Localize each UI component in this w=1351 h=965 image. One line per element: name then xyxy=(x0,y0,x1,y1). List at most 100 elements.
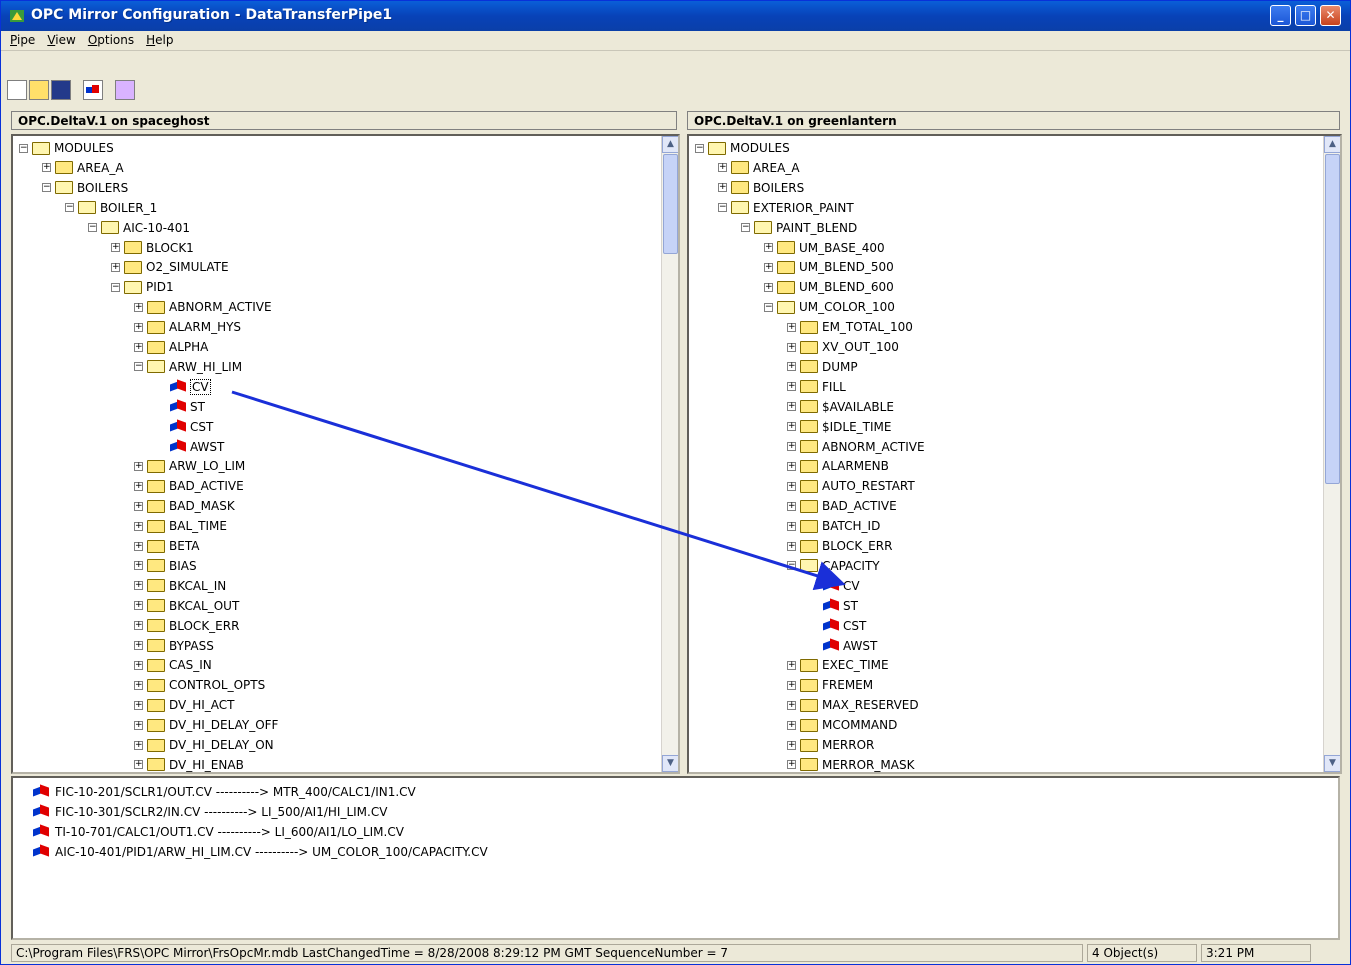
expand-icon[interactable]: + xyxy=(787,740,796,750)
tree-item[interactable]: CST xyxy=(157,417,213,437)
expand-icon[interactable]: + xyxy=(787,660,796,670)
scroll-up-icon[interactable]: ▲ xyxy=(662,136,678,153)
collapse-icon[interactable]: − xyxy=(65,203,74,213)
expand-icon[interactable]: + xyxy=(718,163,727,173)
right-tree-view[interactable]: ▲ ▼ − MODULES + AREA_A + BOILERS − EXTERIOR_PAI… xyxy=(687,134,1342,774)
expand-icon[interactable]: + xyxy=(134,680,143,690)
scroll-thumb[interactable] xyxy=(663,154,678,254)
tree-item[interactable]: + BIAS xyxy=(134,556,197,576)
collapse-icon[interactable]: − xyxy=(764,302,773,312)
tree-item[interactable]: + BLOCK1 xyxy=(111,238,194,258)
expand-icon[interactable]: + xyxy=(134,342,143,352)
expand-icon[interactable]: + xyxy=(134,700,143,710)
tree-item[interactable]: + CONTROL_OPTS xyxy=(134,675,265,695)
expand-icon[interactable]: + xyxy=(134,581,143,591)
tree-item[interactable]: + BLOCK_ERR xyxy=(787,536,892,556)
tree-item[interactable]: + EM_TOTAL_100 xyxy=(787,317,913,337)
expand-icon[interactable]: + xyxy=(787,700,796,710)
collapse-icon[interactable]: − xyxy=(134,362,143,372)
tree-item[interactable]: + ABNORM_ACTIVE xyxy=(134,297,272,317)
tree-item[interactable]: + ALARMENB xyxy=(787,456,889,476)
expand-icon[interactable]: + xyxy=(787,521,796,531)
expand-icon[interactable]: + xyxy=(787,342,796,352)
collapse-icon[interactable]: − xyxy=(787,561,796,571)
tree-item[interactable]: − MODULES xyxy=(19,138,114,158)
expand-icon[interactable]: + xyxy=(134,302,143,312)
tree-item[interactable]: + MERROR xyxy=(787,735,874,755)
expand-icon[interactable]: + xyxy=(787,382,796,392)
scroll-thumb[interactable] xyxy=(1325,154,1340,484)
tree-item[interactable]: − PAINT_BLEND xyxy=(741,218,857,238)
expand-icon[interactable]: + xyxy=(134,561,143,571)
expand-icon[interactable]: + xyxy=(134,461,143,471)
tree-item[interactable]: − ARW_HI_LIM xyxy=(134,357,242,377)
menu-pipe[interactable]: Pipe xyxy=(7,31,38,49)
tree-item[interactable]: + EXEC_TIME xyxy=(787,655,889,675)
tree-item[interactable]: + MAX_RESERVED xyxy=(787,695,919,715)
left-scrollbar[interactable]: ▲ ▼ xyxy=(661,136,678,772)
expand-icon[interactable]: + xyxy=(764,262,773,272)
expand-icon[interactable]: + xyxy=(787,501,796,511)
menu-help[interactable]: Help xyxy=(143,31,176,49)
scroll-up-icon[interactable]: ▲ xyxy=(1324,136,1340,153)
list-item[interactable]: AIC-10-401/PID1/ARW_HI_LIM.CV ----------… xyxy=(33,842,488,862)
expand-icon[interactable]: + xyxy=(787,481,796,491)
expand-icon[interactable]: + xyxy=(787,760,796,770)
tree-item[interactable]: + BAD_ACTIVE xyxy=(787,496,897,516)
expand-icon[interactable]: + xyxy=(134,501,143,511)
new-icon[interactable] xyxy=(7,80,27,100)
tree-item[interactable]: + DUMP xyxy=(787,357,858,377)
mapping-list[interactable]: FIC-10-201/SCLR1/OUT.CV ----------> MTR_… xyxy=(11,776,1340,940)
tree-item[interactable]: AWST xyxy=(157,437,224,457)
tree-item[interactable]: + DV_HI_ENAB xyxy=(134,755,244,772)
right-scrollbar[interactable]: ▲ ▼ xyxy=(1323,136,1340,772)
tree-item[interactable]: + BAL_TIME xyxy=(134,516,227,536)
tree-item[interactable]: + MERROR_MASK xyxy=(787,755,914,772)
expand-icon[interactable]: + xyxy=(134,322,143,332)
tree-item[interactable]: + BLOCK_ERR xyxy=(134,616,239,636)
tree-item[interactable]: − CAPACITY xyxy=(787,556,880,576)
collapse-icon[interactable]: − xyxy=(111,282,120,292)
tree-item[interactable]: AWST xyxy=(810,636,877,656)
collapse-icon[interactable]: − xyxy=(718,203,727,213)
tree-item[interactable]: + BKCAL_OUT xyxy=(134,596,239,616)
collapse-icon[interactable]: − xyxy=(42,183,51,193)
collapse-icon[interactable]: − xyxy=(695,143,704,153)
tree-item[interactable]: + AREA_A xyxy=(42,158,124,178)
tree-item[interactable]: ST xyxy=(810,596,858,616)
collapse-icon[interactable]: − xyxy=(88,223,97,233)
tree-item[interactable]: + ABNORM_ACTIVE xyxy=(787,437,925,457)
tree-item[interactable]: − UM_COLOR_100 xyxy=(764,297,895,317)
list-item[interactable]: FIC-10-201/SCLR1/OUT.CV ----------> MTR_… xyxy=(33,782,416,802)
tree-item[interactable]: + BKCAL_IN xyxy=(134,576,226,596)
scroll-down-icon[interactable]: ▼ xyxy=(1324,755,1340,772)
scroll-down-icon[interactable]: ▼ xyxy=(662,755,678,772)
tree-item[interactable]: + XV_OUT_100 xyxy=(787,337,899,357)
tree-item[interactable]: CV xyxy=(810,576,860,596)
tree-item[interactable]: + AUTO_RESTART xyxy=(787,476,915,496)
tree-item[interactable]: + BYPASS xyxy=(134,636,214,656)
expand-icon[interactable]: + xyxy=(764,243,773,252)
tree-item[interactable]: CV xyxy=(157,377,211,397)
collapse-icon[interactable]: − xyxy=(19,143,28,153)
expand-icon[interactable]: + xyxy=(787,680,796,690)
tree-item[interactable]: − BOILER_1 xyxy=(65,198,157,218)
tree-item[interactable]: + BATCH_ID xyxy=(787,516,880,536)
tree-item[interactable]: + FILL xyxy=(787,377,846,397)
expand-icon[interactable]: + xyxy=(787,362,796,372)
menu-options[interactable]: Options xyxy=(85,31,137,49)
tree-item[interactable]: + $AVAILABLE xyxy=(787,397,894,417)
tree-item[interactable]: + ALARM_HYS xyxy=(134,317,241,337)
expand-icon[interactable]: + xyxy=(764,282,773,292)
tree-item[interactable]: + DV_HI_DELAY_OFF xyxy=(134,715,278,735)
expand-icon[interactable]: + xyxy=(134,720,143,730)
expand-icon[interactable]: + xyxy=(42,163,51,173)
close-button[interactable]: ✕ xyxy=(1320,5,1341,26)
tree-item[interactable]: + O2_SIMULATE xyxy=(111,257,229,277)
expand-icon[interactable]: + xyxy=(111,262,120,272)
expand-icon[interactable]: + xyxy=(787,422,796,432)
tree-item[interactable]: + $IDLE_TIME xyxy=(787,417,892,437)
tree-item[interactable]: + ARW_LO_LIM xyxy=(134,456,245,476)
settings-icon[interactable] xyxy=(115,80,135,100)
title-bar[interactable]: OPC Mirror Configuration - DataTransferP… xyxy=(1,1,1350,31)
